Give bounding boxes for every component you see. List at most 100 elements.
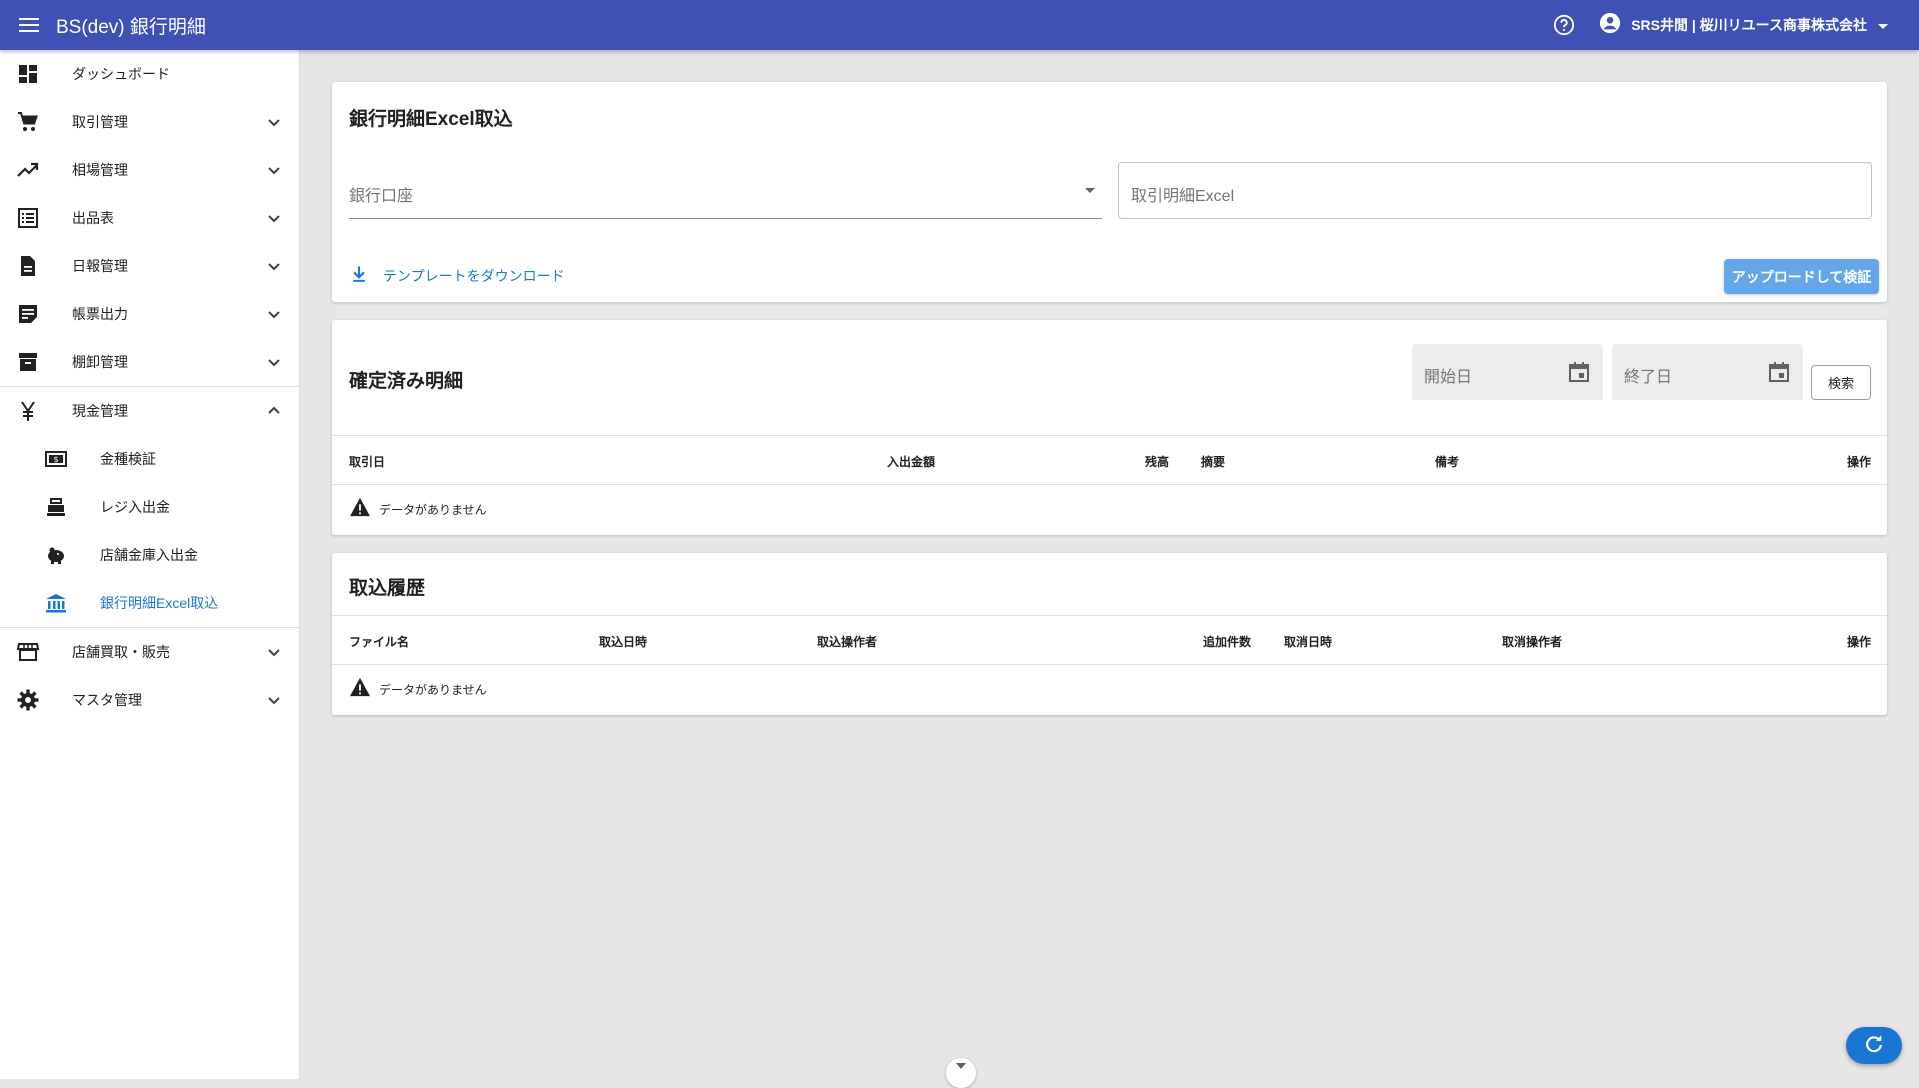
sidebar-subitem-bank-import[interactable]: 銀行明細Excel取込 — [0, 579, 299, 627]
trending-up-icon — [16, 158, 40, 182]
sidebar-item-daily-report[interactable]: 日報管理 — [0, 242, 299, 290]
sidebar-item-master[interactable]: マスタ管理 — [0, 676, 299, 724]
column-header[interactable]: 操作 — [1847, 633, 1871, 650]
column-header[interactable]: 取引日 — [349, 453, 385, 470]
no-data-text: データがありません — [379, 682, 487, 697]
svg-text:$: $ — [53, 455, 58, 464]
chevron-down-icon — [953, 1058, 969, 1077]
app-title: BS(dev) 銀行明細 — [56, 16, 206, 38]
sidebar-item-label: 現金管理 — [72, 403, 128, 419]
chevron-down-icon — [262, 350, 286, 374]
sidebar-subitem-safe[interactable]: 店舗金庫入出金 — [0, 531, 299, 579]
column-header[interactable]: 残高 — [1145, 453, 1169, 470]
sidebar-item-label: 出品表 — [72, 210, 114, 226]
piggy-bank-icon — [44, 543, 68, 567]
confirmed-card-title: 確定済み明細 — [349, 371, 464, 392]
money-icon: $ — [44, 447, 68, 471]
column-header[interactable]: 備考 — [1435, 453, 1459, 470]
column-header[interactable]: 摘要 — [1201, 453, 1225, 470]
bank-icon — [44, 591, 68, 615]
history-card: 取込履歴 ファイル名 取込日時 取込操作者 追加件数 取消日時 取消操作者 操作… — [332, 553, 1887, 715]
column-header[interactable]: 取込操作者 — [817, 633, 877, 650]
chevron-down-icon — [262, 206, 286, 230]
help-icon[interactable] — [1551, 12, 1577, 38]
bank-account-select[interactable]: 銀行口座 — [349, 162, 1102, 219]
end-date-placeholder: 終了日 — [1624, 369, 1673, 386]
column-header[interactable]: 追加件数 — [1203, 633, 1251, 650]
calendar-icon — [1767, 360, 1791, 384]
import-card: 銀行明細Excel取込 銀行口座 取引明細Excel テンプレートをダウンロード… — [332, 82, 1887, 302]
column-header[interactable]: 入出金額 — [887, 453, 935, 470]
warning-icon — [349, 677, 371, 701]
document-icon — [16, 254, 40, 278]
sidebar-item-label: 取引管理 — [72, 114, 128, 130]
sidebar-item-label: レジ入出金 — [100, 499, 170, 515]
sidebar-item-label: 日報管理 — [72, 258, 128, 274]
sidebar-item-label: 金種検証 — [100, 451, 156, 467]
excel-file-input[interactable]: 取引明細Excel — [1118, 162, 1872, 219]
sidebar-subitem-denomination[interactable]: $ 金種検証 — [0, 435, 299, 483]
warning-icon — [349, 497, 371, 521]
store-icon — [16, 640, 40, 664]
end-date-input[interactable]: 終了日 — [1612, 344, 1803, 400]
sidebar-item-cash[interactable]: 現金管理 — [0, 387, 299, 435]
sidebar-item-label: ダッシュボード — [72, 66, 170, 82]
sidebar-item-label: 帳票出力 — [72, 306, 128, 322]
sidebar-item-inventory[interactable]: 棚卸管理 — [0, 338, 299, 386]
start-date-input[interactable]: 開始日 — [1412, 344, 1603, 400]
user-menu[interactable]: SRS井閒 | 桜川リユース商事株式会社 — [1599, 12, 1889, 38]
download-template-link[interactable]: テンプレートをダウンロード — [349, 264, 565, 288]
shopping-cart-icon — [16, 110, 40, 134]
scroll-down-button[interactable] — [946, 1058, 976, 1088]
upload-verify-button[interactable]: アップロードして検証 — [1724, 259, 1879, 294]
download-template-label: テンプレートをダウンロード — [383, 268, 565, 284]
caret-down-icon — [1877, 16, 1889, 35]
confirmed-card: 確定済み明細 開始日 終了日 検索 取引日 入出金額 残高 摘要 備考 操作 デ… — [332, 320, 1887, 535]
history-table-header: ファイル名 取込日時 取込操作者 追加件数 取消日時 取消操作者 操作 — [332, 615, 1887, 665]
list-icon — [16, 206, 40, 230]
sidebar-item-store[interactable]: 店舗買取・販売 — [0, 628, 299, 676]
account-circle-icon — [1599, 12, 1621, 38]
sidebar-item-dashboard[interactable]: ダッシュボード — [0, 50, 299, 98]
gear-icon — [16, 688, 40, 712]
excel-file-placeholder: 取引明細Excel — [1131, 188, 1235, 205]
column-header[interactable]: 操作 — [1847, 453, 1871, 470]
column-header[interactable]: 取消操作者 — [1502, 633, 1562, 650]
search-button[interactable]: 検索 — [1811, 365, 1871, 400]
note-icon — [16, 302, 40, 326]
import-card-title: 銀行明細Excel取込 — [349, 109, 513, 130]
chevron-down-icon — [262, 688, 286, 712]
cash-register-icon — [44, 495, 68, 519]
chevron-down-icon — [262, 254, 286, 278]
no-data-row: データがありません — [349, 677, 487, 701]
column-header[interactable]: 取込日時 — [599, 633, 647, 650]
dashboard-icon — [16, 62, 40, 86]
sidebar-item-trade[interactable]: 取引管理 — [0, 98, 299, 146]
sidebar-subitem-register[interactable]: レジ入出金 — [0, 483, 299, 531]
history-card-title: 取込履歴 — [349, 578, 426, 599]
sidebar-item-listing[interactable]: 出品表 — [0, 194, 299, 242]
sidebar: ダッシュボード 取引管理 相場管理 出品表 日報管理 帳票出力 棚卸管理 現金管… — [0, 50, 300, 1079]
no-data-row: データがありません — [349, 497, 487, 521]
menu-icon[interactable] — [17, 13, 41, 37]
start-date-placeholder: 開始日 — [1424, 369, 1473, 386]
refresh-icon — [1863, 1033, 1885, 1059]
sidebar-item-label: 棚卸管理 — [72, 354, 128, 370]
yen-icon — [16, 399, 40, 423]
column-header[interactable]: ファイル名 — [349, 633, 409, 650]
calendar-icon — [1567, 360, 1591, 384]
refresh-button[interactable] — [1846, 1027, 1902, 1064]
sidebar-item-market[interactable]: 相場管理 — [0, 146, 299, 194]
confirmed-table-header: 取引日 入出金額 残高 摘要 備考 操作 — [332, 435, 1887, 485]
app-bar: BS(dev) 銀行明細 SRS井閒 | 桜川リユース商事株式会社 — [0, 0, 1919, 50]
chevron-down-icon — [262, 158, 286, 182]
column-header[interactable]: 取消日時 — [1284, 633, 1332, 650]
sidebar-item-forms[interactable]: 帳票出力 — [0, 290, 299, 338]
chevron-down-icon — [262, 302, 286, 326]
sidebar-item-label: 店舗金庫入出金 — [100, 547, 198, 563]
no-data-text: データがありません — [379, 502, 487, 517]
chevron-down-icon — [262, 640, 286, 664]
download-icon — [349, 264, 369, 288]
bank-account-placeholder: 銀行口座 — [349, 188, 414, 205]
chevron-down-icon — [262, 110, 286, 134]
